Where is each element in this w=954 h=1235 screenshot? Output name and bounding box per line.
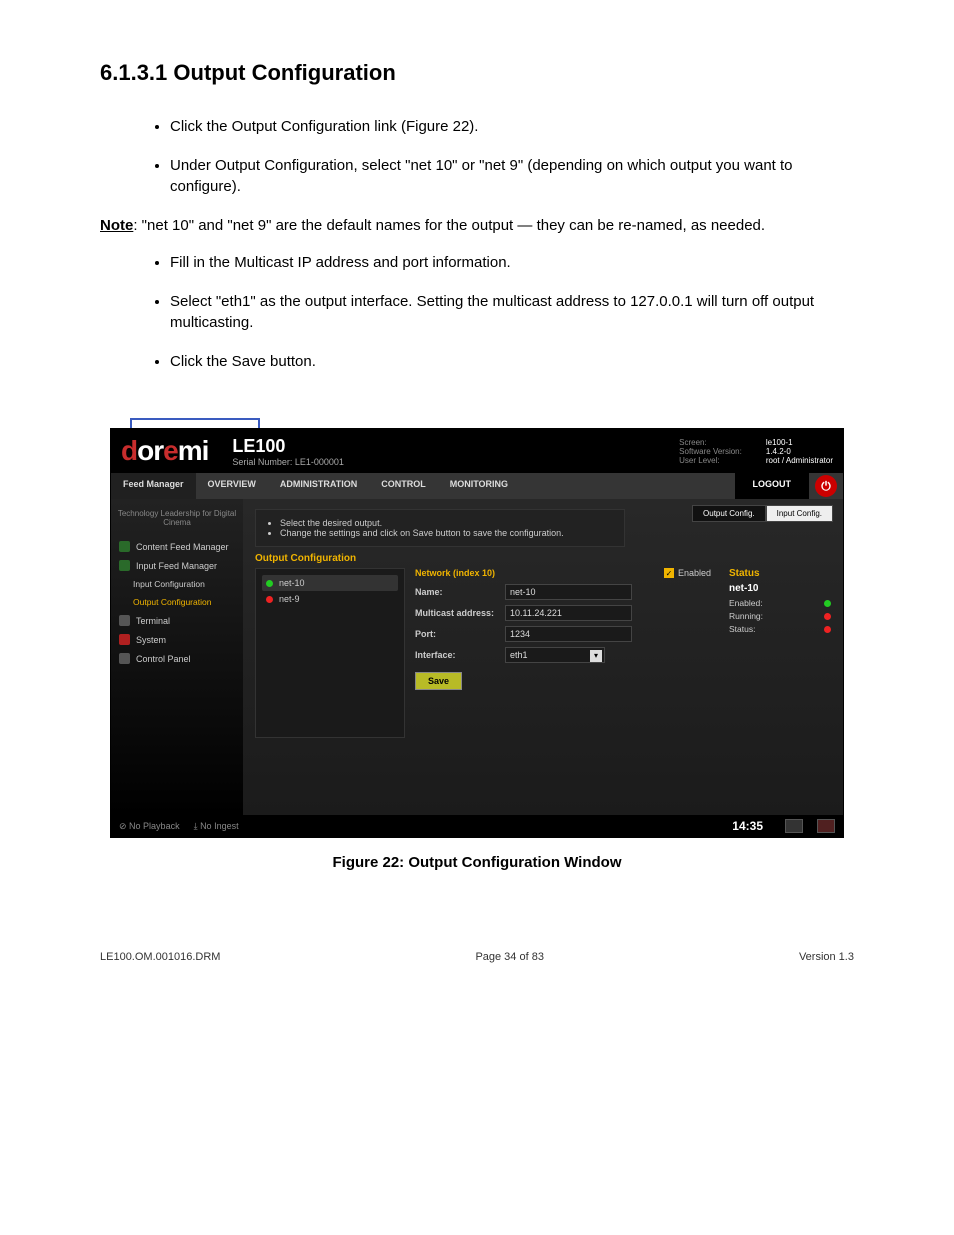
- mcast-input[interactable]: [505, 605, 632, 621]
- tab-monitoring[interactable]: MONITORING: [438, 473, 520, 499]
- status-dot: [824, 613, 831, 620]
- footer-icon[interactable]: [785, 819, 803, 833]
- status-dot: [824, 626, 831, 633]
- note: Note: "net 10" and "net 9" are the defau…: [100, 217, 854, 234]
- bullet-item: Fill in the Multicast IP address and por…: [170, 252, 854, 273]
- screenshot-app: doremi LE100 Serial Number: LE1-000001 S…: [110, 428, 844, 838]
- bullet-item: Click the Save button.: [170, 351, 854, 372]
- tab-control[interactable]: CONTROL: [369, 473, 438, 499]
- panel-icon: [119, 653, 130, 664]
- form-heading: Network (index 10): [415, 568, 495, 578]
- footer-playback: ⊘ No Playback: [119, 821, 180, 832]
- chevron-down-icon: ▾: [590, 650, 602, 662]
- serial-number: Serial Number: LE1-000001: [232, 457, 344, 467]
- sidebar-item-input-config[interactable]: Input Configuration: [111, 575, 243, 593]
- page-footer: LE100.OM.001016.DRM Page 34 of 83 Versio…: [100, 951, 854, 963]
- sidebar-item-system[interactable]: System: [111, 630, 243, 649]
- section-heading: 6.1.3.1 Output Configuration: [100, 60, 854, 86]
- save-button[interactable]: Save: [415, 672, 462, 690]
- sidebar-item-terminal[interactable]: Terminal: [111, 611, 243, 630]
- bullet-item: Under Output Configuration, select "net …: [170, 155, 854, 197]
- bullet-item: Select "eth1" as the output interface. S…: [170, 291, 854, 333]
- tab-administration[interactable]: ADMINISTRATION: [268, 473, 369, 499]
- terminal-icon: [119, 615, 130, 626]
- info-box: Select the desired output. Change the se…: [255, 509, 625, 547]
- name-label: Name:: [415, 587, 505, 597]
- tagline: Technology Leadership for Digital Cinema: [111, 505, 243, 537]
- feed-icon: [119, 541, 130, 552]
- logo: doremi: [121, 435, 208, 467]
- sidebar: Technology Leadership for Digital Cinema…: [111, 499, 243, 815]
- footer-icon[interactable]: [817, 819, 835, 833]
- status-panel: Status net-10 Enabled: Running: Status:: [721, 568, 831, 738]
- system-icon: [119, 634, 130, 645]
- footer-time: 14:35: [732, 819, 763, 833]
- footer-ingest: ⤓ No Ingest: [194, 821, 239, 832]
- figure-caption: Figure 22: Output Configuration Window: [100, 854, 854, 871]
- section-title: Output Configuration: [255, 553, 831, 564]
- output-item-net10[interactable]: net-10: [262, 575, 398, 591]
- power-icon[interactable]: ⏻: [815, 475, 837, 497]
- status-dot-red: [266, 596, 273, 603]
- mcast-label: Multicast address:: [415, 608, 505, 618]
- config-toggle[interactable]: Output Config. Input Config.: [692, 505, 833, 522]
- feed-icon: [119, 560, 130, 571]
- status-dot: [824, 600, 831, 607]
- if-label: Interface:: [415, 650, 505, 660]
- logout-button[interactable]: LOGOUT: [735, 473, 810, 499]
- sidebar-item-content-feed[interactable]: Content Feed Manager: [111, 537, 243, 556]
- sidebar-item-control-panel[interactable]: Control Panel: [111, 649, 243, 668]
- interface-select[interactable]: eth1▾: [505, 647, 605, 663]
- system-info: Screen: Software Version: User Level: le…: [679, 438, 833, 465]
- name-input[interactable]: [505, 584, 632, 600]
- tab-overview[interactable]: OVERVIEW: [196, 473, 268, 499]
- status-dot-green: [266, 580, 273, 587]
- enabled-checkbox[interactable]: ✓Enabled: [664, 568, 711, 578]
- output-list: net-10 net-9: [255, 568, 405, 738]
- sidebar-item-output-config[interactable]: Output Configuration: [111, 593, 243, 611]
- port-input[interactable]: [505, 626, 632, 642]
- sidebar-item-input-feed[interactable]: Input Feed Manager: [111, 556, 243, 575]
- tab-feed-manager[interactable]: Feed Manager: [111, 473, 196, 499]
- product-name: LE100: [232, 436, 344, 457]
- output-item-net9[interactable]: net-9: [262, 591, 398, 607]
- port-label: Port:: [415, 629, 505, 639]
- bullet-item: Click the Output Configuration link (Fig…: [170, 116, 854, 137]
